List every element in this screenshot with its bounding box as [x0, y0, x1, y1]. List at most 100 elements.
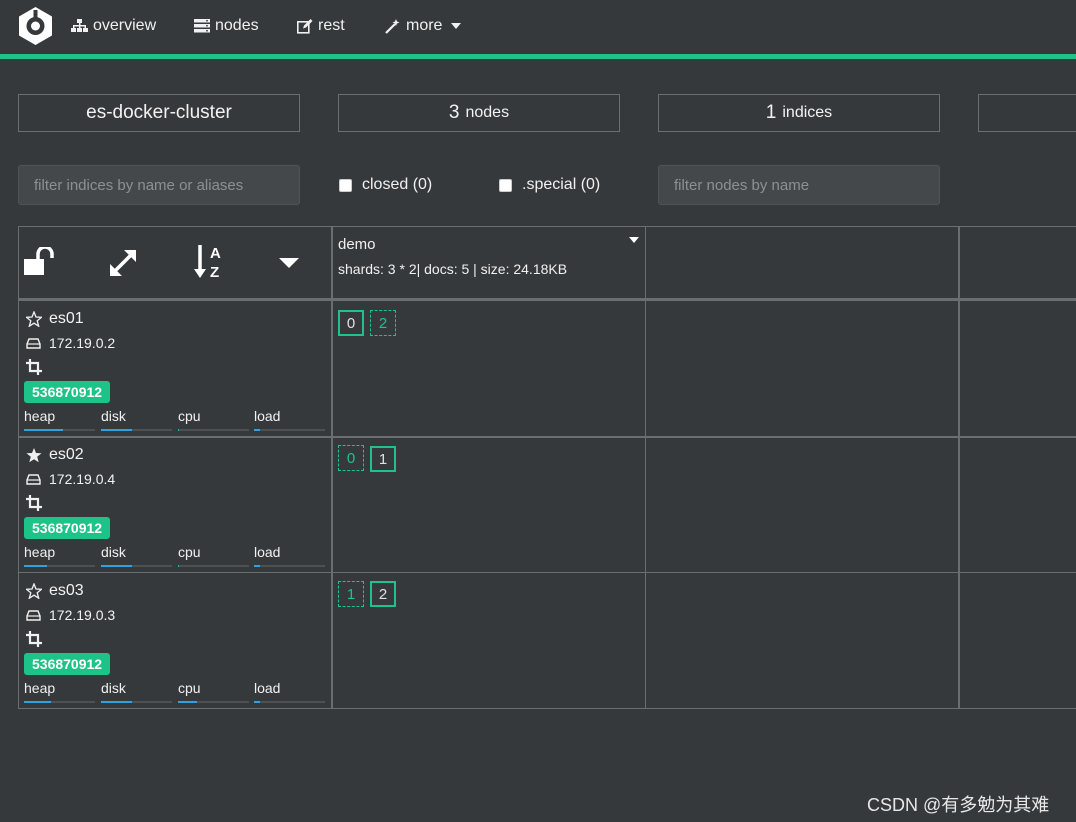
metric-label: load	[254, 544, 281, 560]
metric-label: cpu	[178, 408, 201, 424]
server-icon	[194, 19, 210, 33]
caret-down-icon[interactable]	[279, 258, 299, 268]
special-checkbox-label: .special (0)	[522, 176, 601, 193]
metric-label: load	[254, 680, 281, 696]
cerebro-logo-icon[interactable]	[17, 6, 54, 46]
metric-fill	[254, 701, 260, 703]
nav-overview-label: overview	[93, 17, 157, 34]
index-meta: shards: 3 * 2| docs: 5 | size: 24.18KB	[338, 261, 568, 277]
shard-replica[interactable]: 1	[338, 581, 364, 607]
cpu-metric: cpu	[178, 544, 249, 567]
indices-count-box: 1 indices	[658, 94, 940, 132]
metric-label: disk	[101, 680, 126, 696]
metric-fill	[178, 565, 180, 567]
node-heap-badge: 536870912	[24, 517, 111, 539]
watermark: CSDN @有多勉为其难	[867, 795, 1050, 815]
metric-fill	[178, 429, 180, 431]
shard-primary[interactable]: 0	[338, 310, 364, 336]
nodes-count-label: nodes	[465, 104, 510, 121]
metric-fill	[254, 429, 260, 431]
grid-line	[18, 708, 1076, 709]
nav-rest-label: rest	[318, 17, 345, 34]
metric-label: cpu	[178, 680, 201, 696]
indices-count: 1	[765, 102, 777, 123]
node-row-es02: es02 172.19.0.4 536870912 heap disk cpu …	[19, 437, 331, 572]
nav-more-label: more	[406, 17, 443, 34]
edit-icon	[297, 18, 313, 34]
expand-icon[interactable]	[108, 248, 138, 278]
heap-metric: heap	[24, 408, 95, 431]
nodes-count: 3	[448, 102, 460, 123]
filter-nodes-input[interactable]	[658, 165, 940, 205]
nodes-count-box: 3 nodes	[338, 94, 620, 132]
heap-metric: heap	[24, 544, 95, 567]
shard-primary[interactable]: 1	[370, 446, 396, 472]
hdd-icon	[26, 337, 41, 349]
node-name[interactable]: es03	[49, 582, 84, 600]
node-name[interactable]: es01	[49, 310, 84, 328]
metric-fill	[101, 429, 132, 431]
metric-fill	[24, 701, 51, 703]
node-name[interactable]: es02	[49, 446, 84, 464]
metric-fill	[101, 565, 132, 567]
top-navbar: overview nodes rest more	[0, 0, 1076, 54]
node-metrics: heap disk cpu load	[24, 544, 326, 568]
accent-bar	[0, 54, 1076, 59]
nav-nodes[interactable]: nodes	[194, 16, 259, 36]
metric-fill	[24, 429, 64, 431]
metric-label: disk	[101, 544, 126, 560]
node-metrics: heap disk cpu load	[24, 680, 326, 704]
index-menu-caret-icon[interactable]	[629, 237, 639, 243]
indices-count-label: indices	[782, 104, 833, 121]
crop-icon	[26, 631, 42, 647]
heap-metric: heap	[24, 680, 95, 703]
metric-fill	[254, 565, 260, 567]
closed-checkbox-label: closed (0)	[362, 176, 433, 193]
nav-rest[interactable]: rest	[297, 16, 345, 36]
sort-alpha-icon[interactable]: A Z	[193, 243, 227, 281]
node-ip: 172.19.0.3	[49, 607, 116, 623]
nav-nodes-label: nodes	[215, 17, 259, 34]
closed-checkbox[interactable]: closed (0)	[339, 176, 432, 194]
partial-stat-box	[978, 94, 1076, 132]
metric-label: heap	[24, 680, 56, 696]
index-name[interactable]: demo	[338, 236, 376, 253]
star-outline-icon	[26, 583, 42, 599]
metric-label: load	[254, 408, 281, 424]
metric-fill	[178, 701, 198, 703]
load-metric: load	[254, 408, 325, 431]
disk-metric: disk	[101, 680, 172, 703]
node-heap-badge: 536870912	[24, 653, 111, 675]
metric-label: heap	[24, 544, 56, 560]
special-checkbox[interactable]: .special (0)	[499, 176, 600, 194]
grid-line	[958, 226, 960, 709]
metric-label: cpu	[178, 544, 201, 560]
node-ip: 172.19.0.2	[49, 335, 116, 351]
shard-primary[interactable]: 2	[370, 581, 396, 607]
filter-indices-input[interactable]	[18, 165, 300, 205]
star-filled-icon	[26, 448, 42, 463]
unlock-icon[interactable]	[24, 247, 56, 275]
shard-replica[interactable]: 0	[338, 445, 364, 471]
svg-text:A: A	[210, 245, 221, 262]
nav-more[interactable]: more	[385, 16, 462, 36]
load-metric: load	[254, 544, 325, 567]
shard-replica[interactable]: 2	[370, 310, 396, 336]
cpu-metric: cpu	[178, 680, 249, 703]
nav-overview[interactable]: overview	[71, 16, 156, 36]
closed-checkbox-box[interactable]	[339, 178, 352, 192]
cluster-name-box: es-docker-cluster	[18, 94, 300, 132]
node-metrics: heap disk cpu load	[24, 408, 326, 432]
node-heap-badge: 536870912	[24, 381, 111, 403]
metric-label: heap	[24, 408, 56, 424]
caret-down-icon	[451, 23, 462, 29]
cpu-metric: cpu	[178, 408, 249, 431]
node-ip: 172.19.0.4	[49, 471, 116, 487]
crop-icon	[26, 359, 42, 375]
disk-metric: disk	[101, 408, 172, 431]
hdd-icon	[26, 473, 41, 485]
hdd-icon	[26, 609, 41, 621]
cluster-name: es-docker-cluster	[86, 102, 232, 123]
special-checkbox-box[interactable]	[499, 178, 512, 192]
grid-line	[331, 226, 333, 709]
